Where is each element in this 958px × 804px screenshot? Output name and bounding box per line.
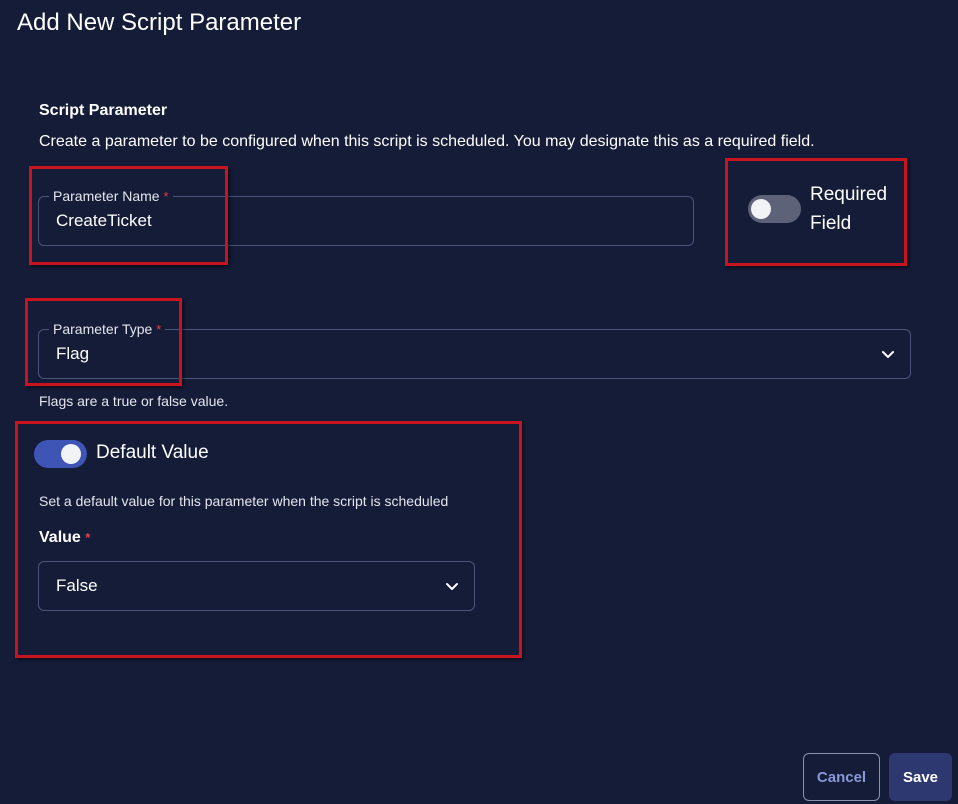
parameter-name-input[interactable] bbox=[56, 211, 580, 231]
dialog-title: Add New Script Parameter bbox=[17, 9, 302, 36]
section-title: Script Parameter bbox=[39, 102, 168, 119]
parameter-name-label-text: Parameter Name bbox=[53, 188, 160, 204]
parameter-type-label: Parameter Type * bbox=[49, 321, 166, 338]
value-select-value: False bbox=[56, 576, 98, 595]
highlight-box-default-value bbox=[15, 421, 522, 658]
required-field-label-line2: Field bbox=[810, 213, 852, 234]
default-value-toggle[interactable] bbox=[34, 440, 87, 468]
parameter-type-value: Flag bbox=[56, 344, 90, 363]
toggle-knob bbox=[751, 199, 771, 219]
parameter-name-label: Parameter Name * bbox=[49, 188, 173, 205]
toggle-knob bbox=[61, 444, 81, 464]
required-asterisk: * bbox=[85, 530, 91, 545]
default-value-label: Default Value bbox=[96, 442, 209, 463]
value-label: Value * bbox=[39, 528, 90, 548]
value-select[interactable]: False bbox=[38, 561, 475, 611]
parameter-type-helper: Flags are a true or false value. bbox=[39, 393, 229, 409]
value-label-text: Value bbox=[39, 529, 81, 546]
add-script-parameter-dialog: Add New Script Parameter Script Paramete… bbox=[0, 0, 958, 804]
required-asterisk: * bbox=[156, 322, 162, 337]
chevron-down-icon[interactable] bbox=[880, 346, 896, 362]
required-field-label: Required Field bbox=[810, 180, 900, 238]
parameter-name-field[interactable]: Parameter Name * bbox=[38, 188, 694, 246]
required-asterisk: * bbox=[163, 189, 169, 204]
chevron-down-icon[interactable] bbox=[444, 578, 460, 594]
parameter-type-label-text: Parameter Type bbox=[53, 321, 153, 337]
parameter-type-select[interactable]: Parameter Type * Flag bbox=[38, 321, 911, 379]
save-button[interactable]: Save bbox=[889, 753, 952, 801]
section-description: Create a parameter to be configured when… bbox=[39, 133, 815, 150]
default-value-description: Set a default value for this parameter w… bbox=[39, 493, 449, 509]
required-field-toggle[interactable] bbox=[748, 195, 801, 223]
cancel-button[interactable]: Cancel bbox=[803, 753, 880, 801]
required-field-label-line1: Required bbox=[810, 184, 888, 205]
